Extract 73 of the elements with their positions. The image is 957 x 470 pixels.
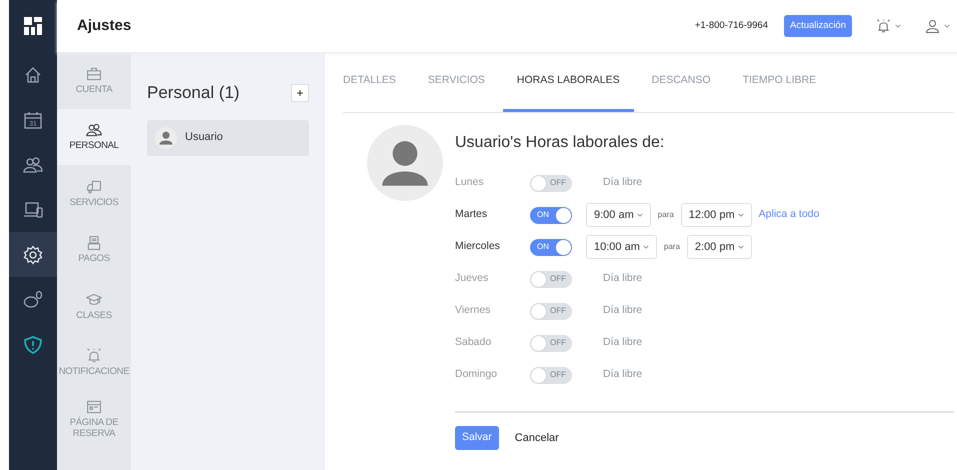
time-dropdown[interactable]: 2:00 pm xyxy=(686,235,752,259)
settings-icon xyxy=(23,244,43,264)
tab[interactable]: DESCANSO xyxy=(638,52,725,112)
schedule-title: Usuario's Horas laborales de: xyxy=(455,133,666,153)
save-button[interactable]: Salvar xyxy=(455,426,499,450)
avatar-icon xyxy=(155,126,177,148)
para-label: para xyxy=(664,241,680,253)
tab[interactable]: DETALLES xyxy=(343,52,410,112)
user-menu[interactable] xyxy=(925,18,950,34)
toggle-switch[interactable]: OFF xyxy=(530,334,572,352)
caret-icon xyxy=(944,24,950,28)
settings-nav-item[interactable]: PERSONAL xyxy=(57,108,131,165)
bell-icon xyxy=(86,348,102,364)
notifications-menu[interactable] xyxy=(876,18,901,34)
settings-nav-item[interactable]: PAGOS xyxy=(57,222,131,278)
toggle-switch[interactable]: OFF xyxy=(530,366,572,384)
day-label: Sabado xyxy=(455,335,492,350)
bell-icon xyxy=(876,18,891,34)
settings-nav-item[interactable]: NOTIFICACIONE xyxy=(57,334,131,391)
toggle-switch[interactable]: ON xyxy=(530,238,572,256)
toggle-switch[interactable]: ON xyxy=(530,206,572,224)
time-dropdown[interactable]: 12:00 pm xyxy=(680,203,752,227)
people-icon xyxy=(23,154,43,174)
page-title: Ajustes xyxy=(77,16,132,36)
para-label: para xyxy=(658,209,674,221)
truck-icon xyxy=(86,178,102,195)
day-label: Martes xyxy=(455,207,488,222)
toggle-switch[interactable]: OFF xyxy=(530,174,572,192)
rail-item[interactable] xyxy=(9,232,57,277)
phone-number: +1-800-716-9964 xyxy=(694,18,768,33)
toggle-switch[interactable]: OFF xyxy=(530,302,572,320)
staff-title: Personal (1) xyxy=(147,82,240,104)
caret-icon xyxy=(636,213,643,217)
day-label: Domingo xyxy=(455,367,498,382)
tab[interactable]: TIEMPO LIBRE xyxy=(728,52,830,112)
register-icon xyxy=(86,235,102,252)
tab[interactable]: SERVICIOS xyxy=(414,52,499,112)
people-icon xyxy=(86,122,102,138)
briefcase-icon xyxy=(86,66,102,82)
day-label: Miercoles xyxy=(455,239,501,254)
day-label: Jueves xyxy=(455,271,490,286)
day-off-label: Día libre xyxy=(603,271,642,286)
caret-icon xyxy=(895,24,901,28)
settings-nav-item[interactable]: PÁGINA DE RESERVA xyxy=(57,391,131,448)
toggle-switch[interactable]: OFF xyxy=(530,270,572,288)
settings-nav-item[interactable]: SERVICIOS xyxy=(57,165,131,222)
home-icon xyxy=(23,64,43,84)
apply-all-link[interactable]: Aplica a todo xyxy=(758,207,820,223)
staff-item[interactable]: Usuario xyxy=(147,120,309,156)
user-icon xyxy=(925,18,940,34)
time-dropdown[interactable]: 9:00 am xyxy=(586,203,651,227)
day-off-label: Día libre xyxy=(603,175,642,190)
devices-icon xyxy=(23,200,43,220)
grid-logo-icon[interactable] xyxy=(24,17,42,35)
add-button[interactable]: + xyxy=(291,84,309,102)
settings-nav-item[interactable]: CLASES xyxy=(57,278,131,334)
day-off-label: Día libre xyxy=(603,303,642,318)
caret-icon xyxy=(738,245,744,249)
shield-alert-icon xyxy=(23,334,43,354)
day-label: Viernes xyxy=(455,303,492,318)
upgrade-button[interactable]: Actualización xyxy=(784,14,852,38)
circles-icon xyxy=(23,290,43,310)
caret-icon xyxy=(642,245,649,249)
cancel-button[interactable]: Cancelar xyxy=(508,428,565,448)
settings-nav-item[interactable]: CUENTA xyxy=(57,52,131,108)
tab[interactable]: HORAS LABORALES xyxy=(502,52,634,112)
day-off-label: Día libre xyxy=(603,367,642,382)
day-label: Lunes xyxy=(455,175,485,190)
caret-icon xyxy=(738,213,744,217)
page-icon xyxy=(86,399,102,416)
time-dropdown[interactable]: 10:00 am xyxy=(586,235,657,259)
day-off-label: Día libre xyxy=(603,335,642,350)
graduation-cap-icon xyxy=(86,292,102,308)
